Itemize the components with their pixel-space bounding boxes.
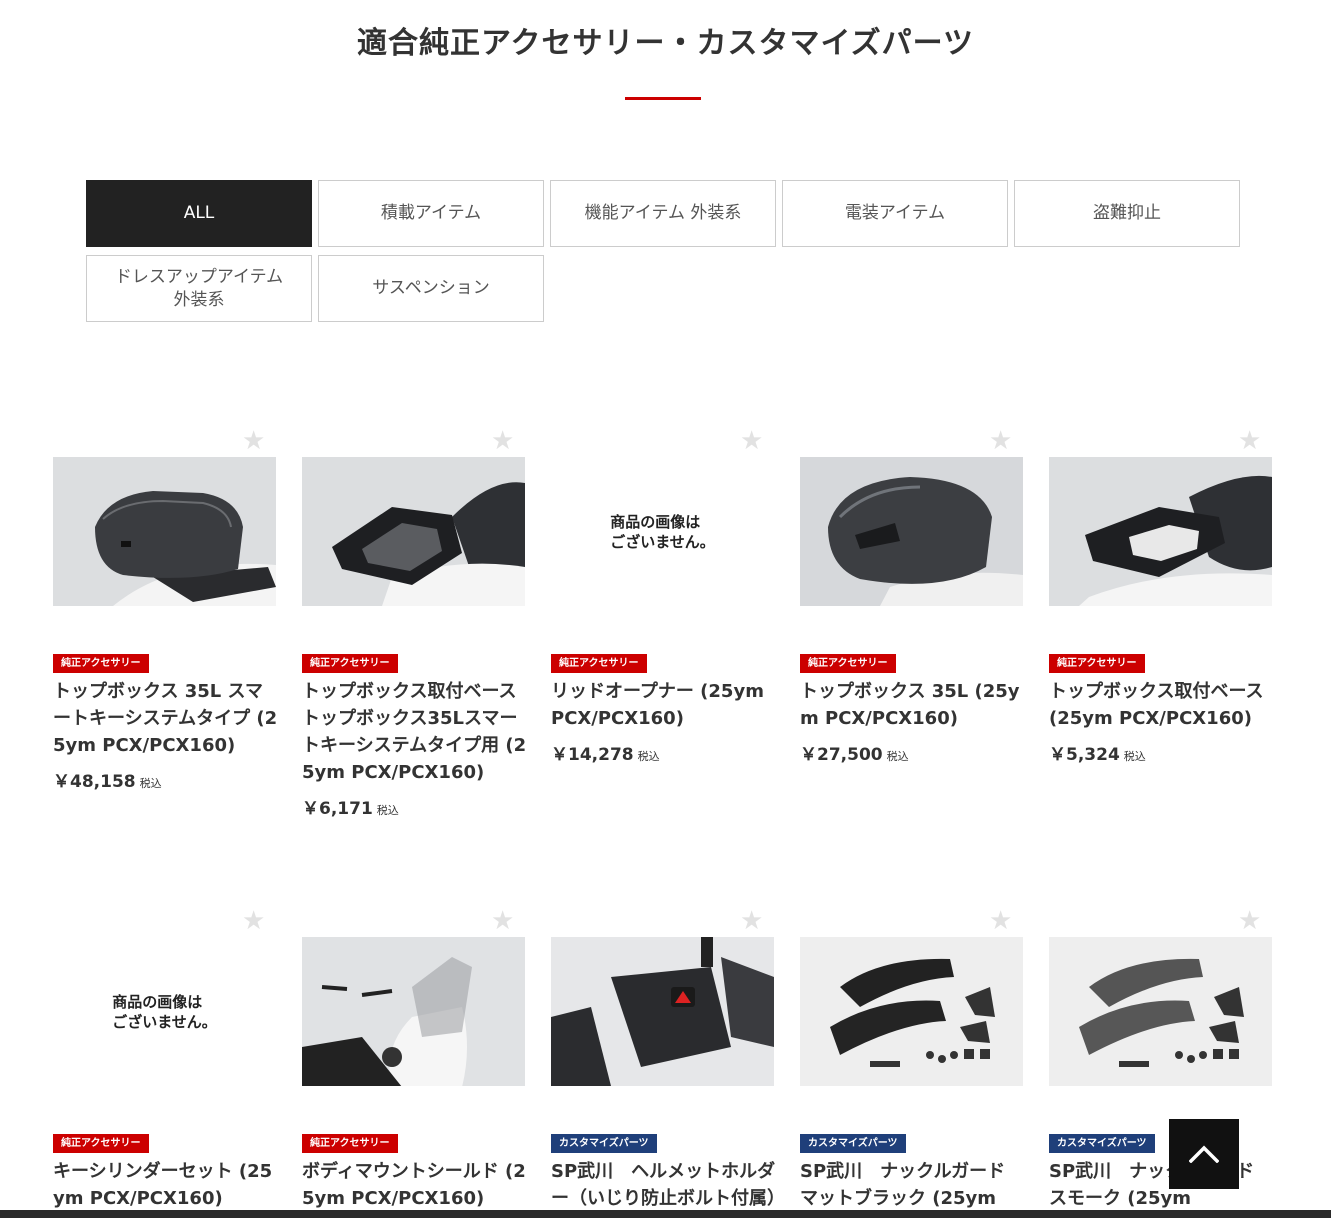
product-image[interactable] <box>1049 937 1272 1086</box>
star-icon[interactable]: ★ <box>242 428 265 454</box>
category-badge: カスタマイズパーツ <box>551 1134 657 1153</box>
star-icon[interactable]: ★ <box>989 428 1012 454</box>
star-icon[interactable]: ★ <box>491 908 514 934</box>
star-icon[interactable]: ★ <box>1238 428 1261 454</box>
tax-label: 税込 <box>1123 750 1146 763</box>
price-value: ￥48,158 <box>53 772 136 792</box>
page-title: 適合純正アクセサリー・カスタマイズパーツ <box>357 26 974 61</box>
product-name[interactable]: リッドオープナー (25ym PCX/PCX160) <box>551 678 777 732</box>
product-image[interactable] <box>800 937 1023 1086</box>
product-image[interactable] <box>53 457 276 606</box>
product-name[interactable]: トップボックス 35L (25ym PCX/PCX160) <box>800 678 1026 732</box>
tax-label: 税込 <box>637 750 660 763</box>
product-name[interactable]: ボディマウントシールド (25ym PCX/PCX160) <box>302 1158 528 1212</box>
product-name[interactable]: SP武川 ヘルメットホルダー（いじり防止ボルト付属） <box>551 1158 785 1212</box>
star-icon[interactable]: ★ <box>242 908 265 934</box>
product-image[interactable] <box>551 937 774 1086</box>
title-underline <box>625 97 701 100</box>
category-badge: カスタマイズパーツ <box>800 1134 906 1153</box>
no-image-text: 商品の画像は ございません。 <box>112 992 217 1031</box>
product-name[interactable]: SP武川 ナックルガード マットブラック (25ym <box>800 1158 1026 1212</box>
product-price: ￥27,500 税込 <box>800 740 909 765</box>
product-name[interactable]: トップボックス取付ベース (25ym PCX/PCX160) <box>1049 678 1275 732</box>
filter-function-exterior[interactable]: 機能アイテム 外装系 <box>550 180 776 247</box>
category-badge: 純正アクセサリー <box>53 654 149 673</box>
filter-dressup-exterior[interactable]: ドレスアップアイテム 外装系 <box>86 255 312 322</box>
product-name[interactable]: SP武川 ナックルガード スモーク (25ym <box>1049 1158 1275 1212</box>
price-value: ￥14,278 <box>551 745 634 765</box>
product-price: ￥14,278 税込 <box>551 740 660 765</box>
chevron-up-icon <box>1189 1145 1219 1163</box>
tax-label: 税込 <box>886 750 909 763</box>
footer-edge <box>0 1210 1331 1218</box>
category-badge: 純正アクセサリー <box>53 1134 149 1153</box>
star-icon[interactable]: ★ <box>740 908 763 934</box>
category-badge: 純正アクセサリー <box>302 1134 398 1153</box>
product-image[interactable] <box>302 457 525 606</box>
price-value: ￥5,324 <box>1049 745 1120 765</box>
product-name[interactable]: トップボックス 35L スマートキーシステムタイプ (25ym PCX/PCX1… <box>53 678 279 759</box>
price-value: ￥27,500 <box>800 745 883 765</box>
category-badge: 純正アクセサリー <box>551 654 647 673</box>
category-badge: 純正アクセサリー <box>1049 654 1145 673</box>
star-icon[interactable]: ★ <box>491 428 514 454</box>
filter-loading[interactable]: 積載アイテム <box>318 180 544 247</box>
product-image[interactable] <box>800 457 1023 606</box>
star-icon[interactable]: ★ <box>740 428 763 454</box>
price-value: ￥6,171 <box>302 799 373 819</box>
tax-label: 税込 <box>139 777 162 790</box>
filter-suspension[interactable]: サスペンション <box>318 255 544 322</box>
product-name[interactable]: トップボックス取付ベース トップボックス35Lスマートキーシステムタイプ用 (2… <box>302 678 528 786</box>
filter-all[interactable]: ALL <box>86 180 312 247</box>
product-image[interactable] <box>302 937 525 1086</box>
product-name[interactable]: キーシリンダーセット (25ym PCX/PCX160) <box>53 1158 279 1212</box>
product-image[interactable]: 商品の画像は ございません。 <box>53 937 276 1086</box>
product-image[interactable]: 商品の画像は ございません。 <box>551 457 774 606</box>
category-badge: 純正アクセサリー <box>800 654 896 673</box>
product-image[interactable] <box>1049 457 1272 606</box>
star-icon[interactable]: ★ <box>989 908 1012 934</box>
filter-electrical[interactable]: 電装アイテム <box>782 180 1008 247</box>
tax-label: 税込 <box>376 804 399 817</box>
product-price: ￥5,324 税込 <box>1049 740 1146 765</box>
filter-anti-theft[interactable]: 盗難抑止 <box>1014 180 1240 247</box>
category-badge: カスタマイズパーツ <box>1049 1134 1155 1153</box>
product-price: ￥6,171 税込 <box>302 794 399 819</box>
category-badge: 純正アクセサリー <box>302 654 398 673</box>
no-image-text: 商品の画像は ございません。 <box>610 512 715 551</box>
back-to-top-button[interactable] <box>1169 1119 1239 1189</box>
product-price: ￥48,158 税込 <box>53 767 162 792</box>
star-icon[interactable]: ★ <box>1238 908 1261 934</box>
